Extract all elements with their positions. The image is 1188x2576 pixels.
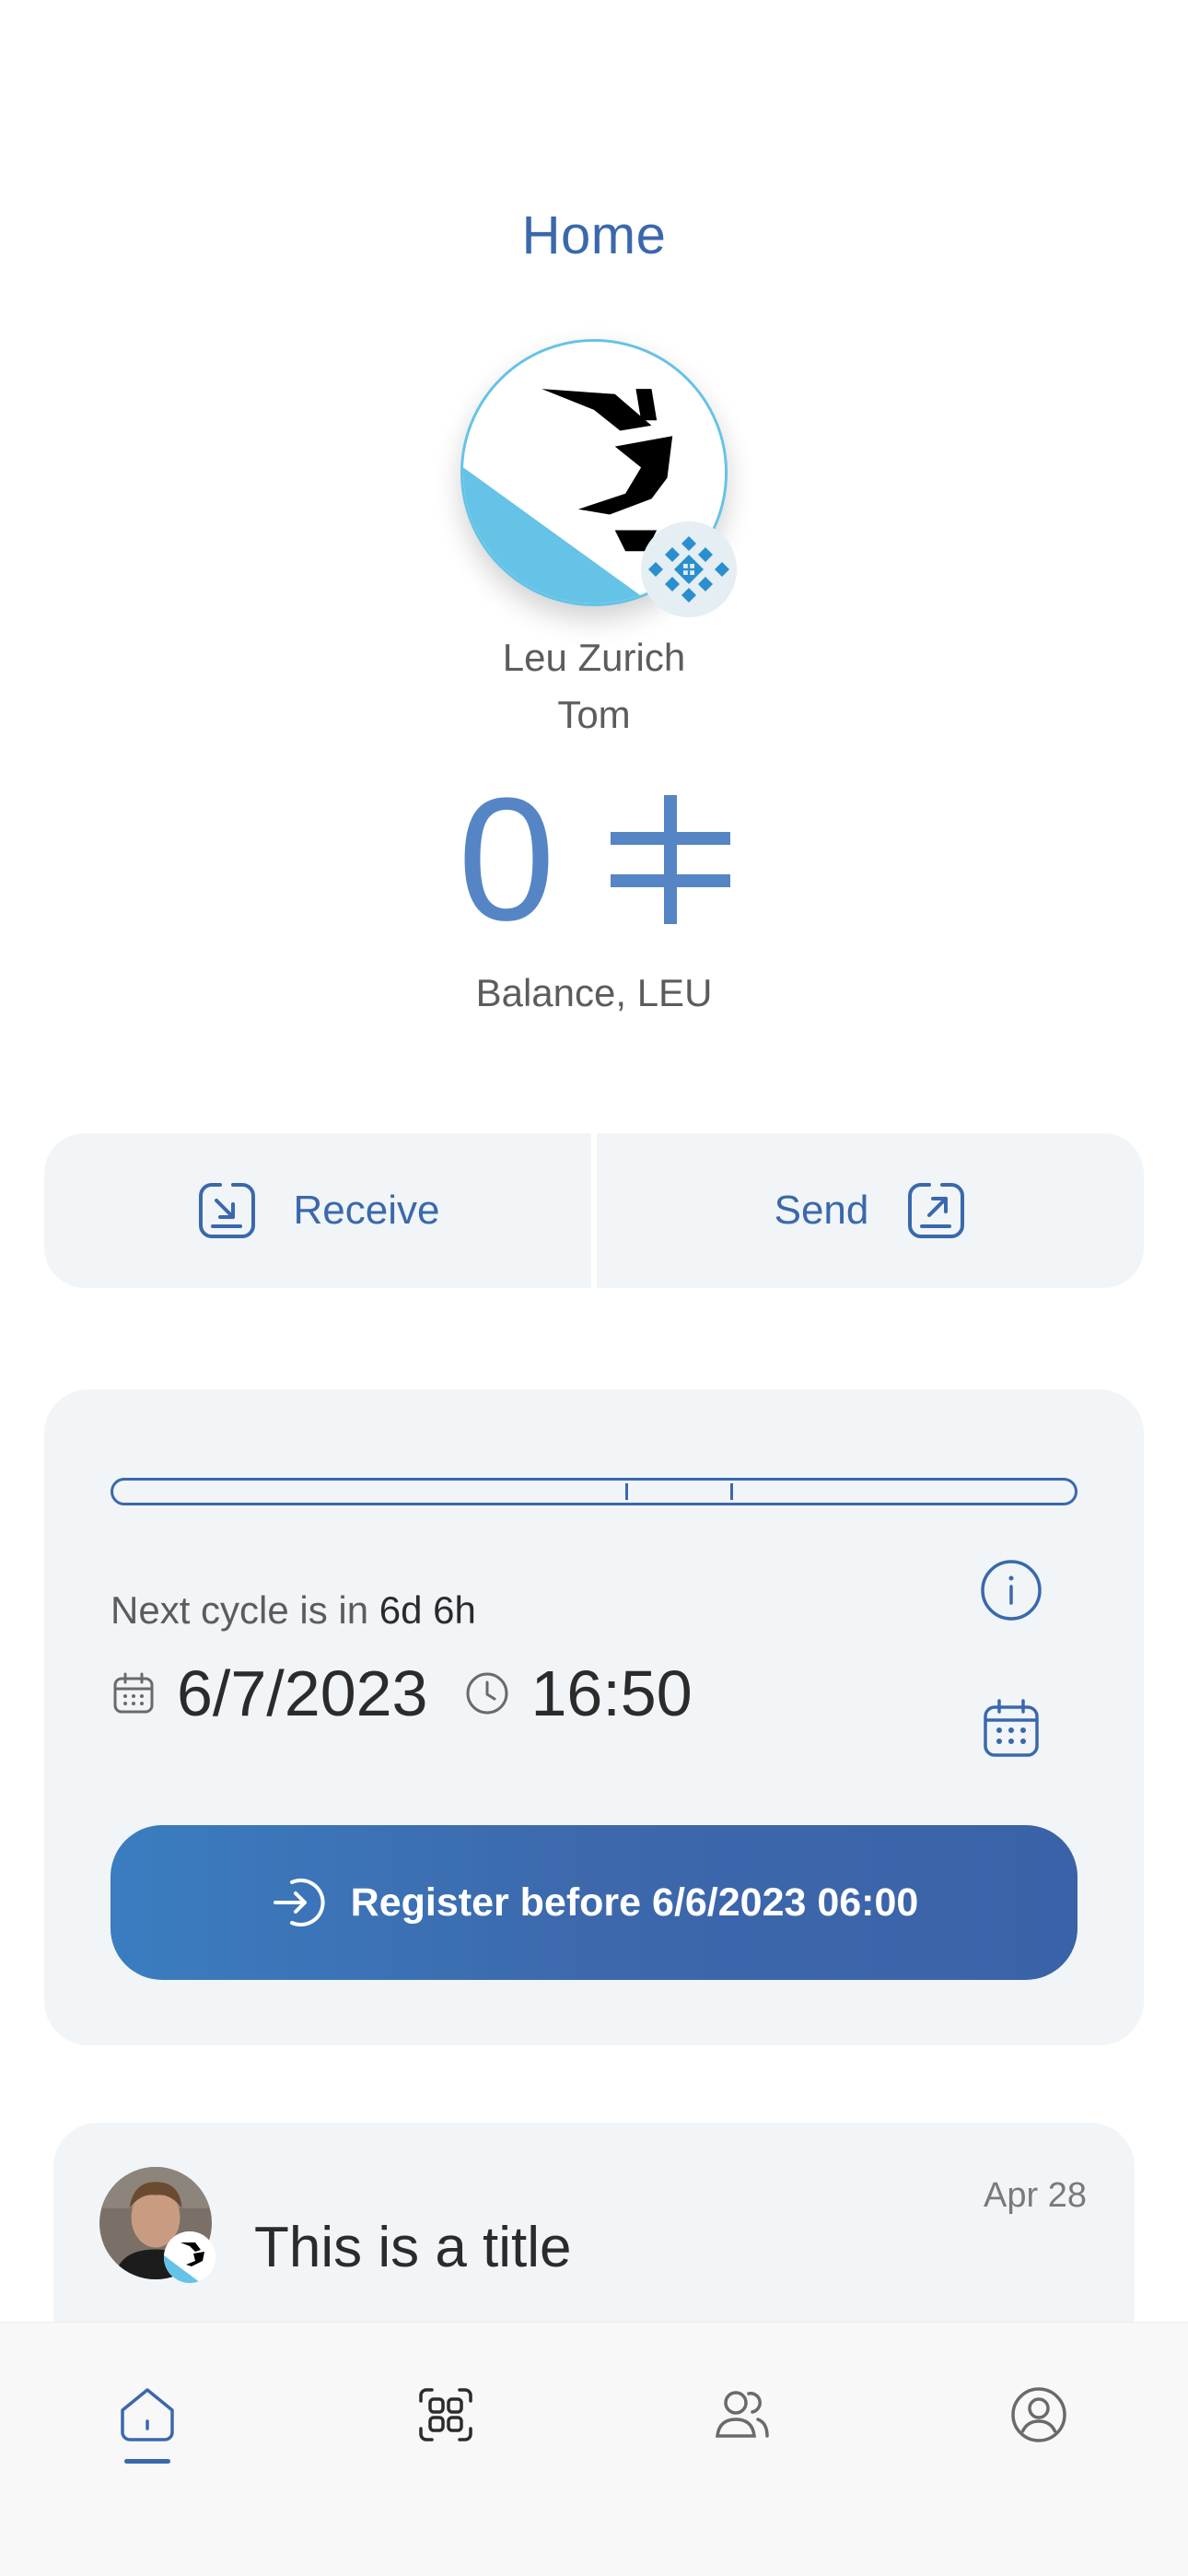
balance-value: 0 [458, 762, 555, 957]
register-button[interactable]: Register before 6/6/2023 06:00 [111, 1825, 1077, 1980]
action-bar: Receive Send [44, 1133, 1144, 1288]
community-avatar[interactable] [460, 339, 737, 617]
receive-button[interactable]: Receive [44, 1133, 591, 1288]
cycle-time: 16:50 [530, 1657, 693, 1729]
profile-icon [1011, 2387, 1066, 2442]
progress-tick [625, 1483, 628, 1500]
community-pattern-icon [641, 521, 737, 617]
tab-contacts[interactable] [687, 2359, 798, 2470]
tab-home[interactable] [92, 2359, 203, 2470]
tab-scan[interactable] [390, 2359, 501, 2470]
send-button[interactable]: Send [597, 1133, 1144, 1288]
balance-display: 0 [0, 772, 1188, 947]
qr-scan-icon [419, 2388, 472, 2441]
next-cycle-text: Next cycle is in 6d 6h [111, 1588, 476, 1633]
active-tab-indicator [124, 2459, 170, 2464]
tab-bar [0, 2322, 1188, 2576]
add-to-calendar-icon[interactable] [980, 1697, 1042, 1760]
calendar-icon [113, 1672, 154, 1714]
leu-currency-icon [610, 795, 730, 924]
progress-tick [730, 1483, 733, 1500]
receive-icon [198, 1183, 255, 1238]
community-name: Leu Zurich [502, 636, 686, 679]
cycle-datetime: 6/7/2023 16:50 [111, 1657, 693, 1730]
sign-in-arrow-icon [273, 1879, 325, 1926]
tab-profile[interactable] [984, 2359, 1094, 2470]
home-icon [121, 2388, 174, 2441]
cycle-date: 6/7/2023 [177, 1657, 428, 1729]
next-cycle-prefix: Next cycle is in [111, 1588, 379, 1632]
contacts-icon [716, 2391, 769, 2438]
register-label: Register before 6/6/2023 06:00 [350, 1879, 919, 1925]
next-cycle-remaining: 6d 6h [379, 1588, 476, 1632]
cycle-progress-bar [111, 1478, 1077, 1505]
balance-label: Balance, LEU [475, 971, 713, 1014]
lion-logo-icon [164, 2231, 215, 2283]
feed-item-title: This is a title [254, 2216, 572, 2279]
receive-label: Receive [293, 1188, 440, 1233]
cycle-card: Next cycle is in 6d 6h 6/7/2023 16:50 Re… [44, 1389, 1144, 2045]
page-title: Home [521, 205, 667, 265]
send-icon [908, 1183, 965, 1238]
clock-icon [466, 1672, 508, 1715]
feed-item-date: Apr 28 [984, 2176, 1087, 2215]
user-name: Tom [557, 693, 631, 736]
send-label: Send [774, 1188, 869, 1233]
info-icon[interactable] [980, 1559, 1042, 1622]
